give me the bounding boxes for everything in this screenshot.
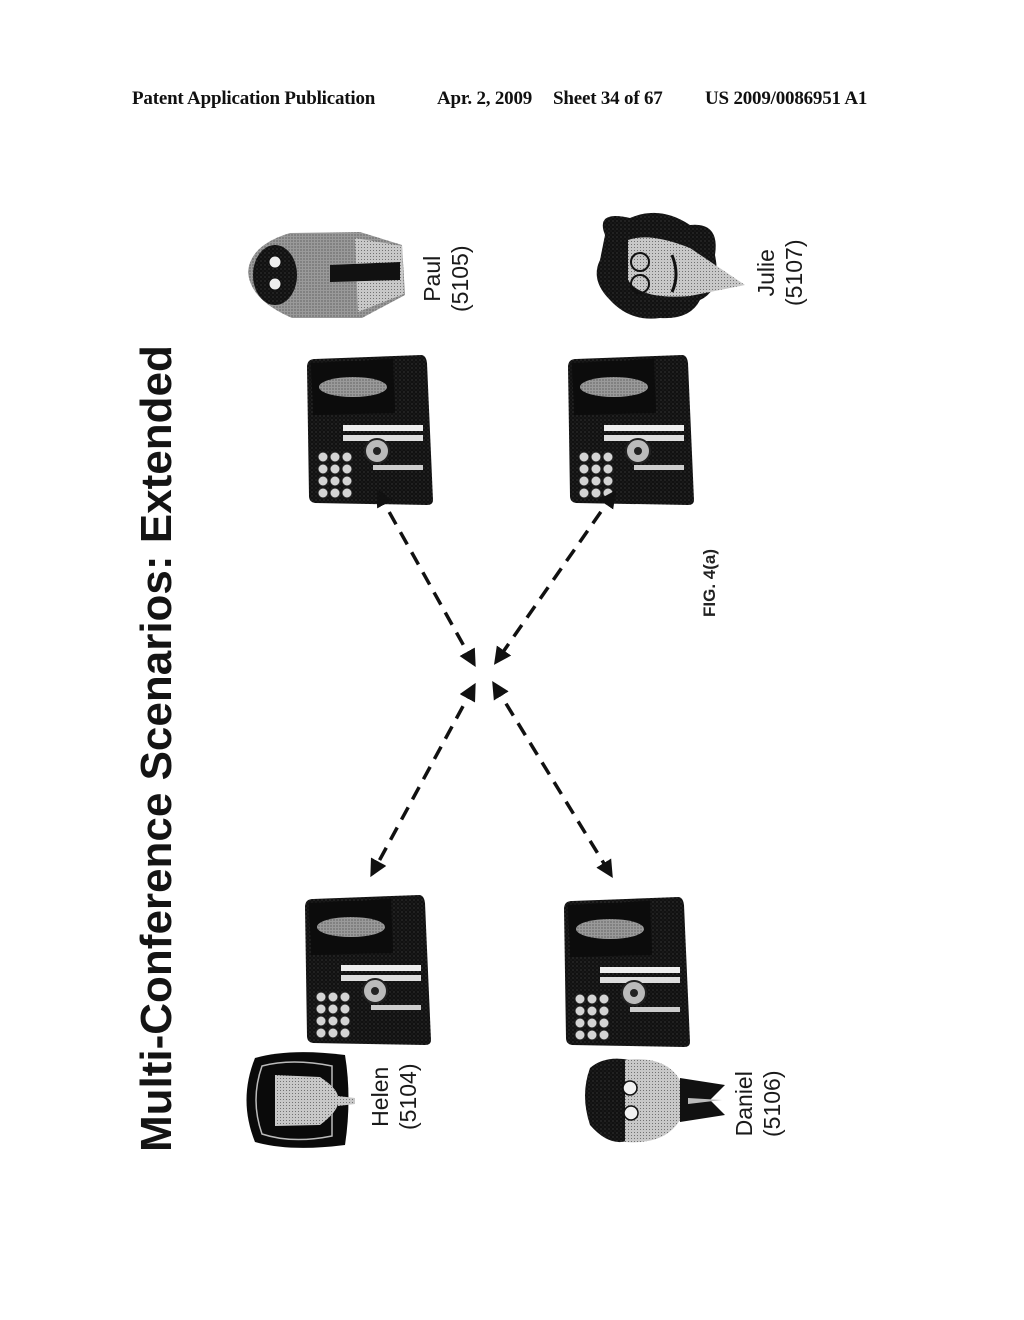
participant-name: Helen [367,1066,393,1127]
participant-id: (5106) [759,1070,785,1137]
link-paul [376,488,476,668]
man-curly-hair-avatar-daniel [585,1058,725,1143]
phone-helen [304,894,432,1046]
participant-label-helen: Helen (5104) [366,1064,422,1130]
link-julie [493,490,617,665]
participant-label-paul: Paul (5105) [418,246,474,312]
participant-label-julie: Julie (5107) [752,240,808,306]
participant-id: (5105) [447,245,473,312]
participant-label-daniel: Daniel (5106) [730,1071,786,1137]
man-with-tie-avatar-paul [248,232,405,318]
phone-daniel [563,896,691,1048]
woman-curly-hair-avatar-julie [596,212,745,319]
figure-label: FIG. 4(a) [700,548,719,617]
phone-julie [567,354,695,506]
link-daniel [492,681,613,878]
participant-name: Julie [753,249,779,297]
participant-id: (5104) [395,1063,421,1130]
woman-dark-hair-avatar-helen [246,1052,355,1148]
link-helen [370,682,476,878]
participant-id: (5107) [781,239,807,306]
participant-name: Paul [419,255,445,302]
figure-title: Multi-Conference Scenarios: Extended [132,345,181,1152]
phone-paul [306,354,434,506]
participant-name: Daniel [731,1071,757,1137]
